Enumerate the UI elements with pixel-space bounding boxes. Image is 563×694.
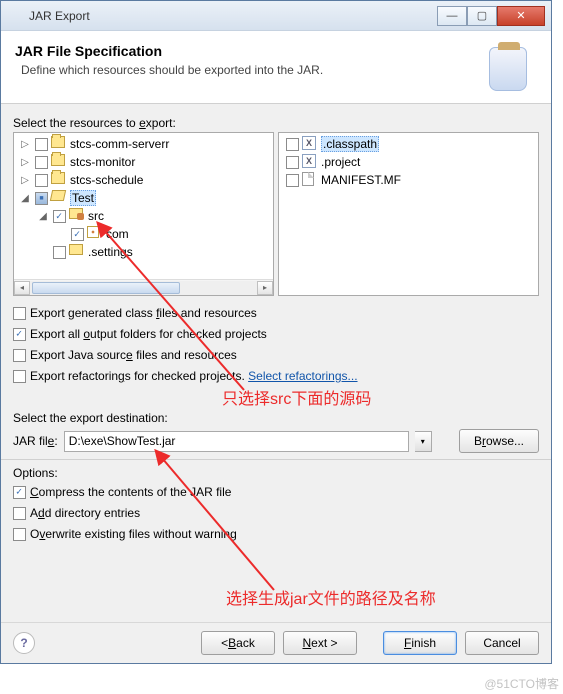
checkbox-icon[interactable] bbox=[35, 174, 48, 187]
file-item[interactable]: X.classpath bbox=[279, 135, 538, 153]
checkbox-icon[interactable] bbox=[35, 192, 48, 205]
open-icon bbox=[51, 190, 67, 206]
next-button[interactable]: Next > bbox=[283, 631, 357, 655]
file-item[interactable]: X.project bbox=[279, 153, 538, 171]
x-icon: X bbox=[302, 154, 318, 170]
jar-file-label: JAR file: bbox=[13, 434, 58, 448]
maximize-button[interactable]: ▢ bbox=[467, 6, 497, 26]
tree-item-label: src bbox=[88, 209, 104, 223]
expander-icon[interactable]: ▷ bbox=[18, 139, 32, 150]
checkbox-icon[interactable] bbox=[53, 210, 66, 223]
tree-item-label: Test bbox=[70, 190, 96, 206]
export-java-source-checkbox[interactable]: Export Java source files and resources bbox=[13, 345, 539, 365]
proj-icon bbox=[51, 136, 67, 152]
page-title: JAR File Specification bbox=[15, 43, 489, 59]
checkbox-icon[interactable] bbox=[53, 246, 66, 259]
file-item[interactable]: MANIFEST.MF bbox=[279, 171, 538, 189]
tree-item[interactable]: ▷ stcs-monitor bbox=[14, 153, 273, 171]
checkbox-icon[interactable] bbox=[286, 174, 299, 187]
src-icon bbox=[69, 208, 85, 224]
checkbox-icon[interactable] bbox=[35, 138, 48, 151]
checkbox-icon bbox=[13, 507, 26, 520]
expander-icon[interactable]: ▷ bbox=[18, 175, 32, 186]
file-item-label: .classpath bbox=[321, 136, 379, 152]
tree-item-label: com bbox=[106, 227, 129, 241]
app-icon bbox=[7, 8, 23, 24]
browse-button[interactable]: Browse... bbox=[459, 429, 539, 453]
expander-icon[interactable]: ◢ bbox=[18, 193, 32, 204]
checkbox-icon[interactable] bbox=[286, 156, 299, 169]
tree-item[interactable]: .settings bbox=[14, 243, 273, 261]
tree-item[interactable]: ▷ stcs-schedule bbox=[14, 171, 273, 189]
jar-file-input[interactable]: D:\exe\ShowTest.jar bbox=[64, 431, 409, 452]
file-item-label: .project bbox=[321, 155, 360, 169]
page-description: Define which resources should be exporte… bbox=[21, 63, 489, 77]
titlebar[interactable]: JAR Export — ▢ ✕ bbox=[1, 1, 551, 31]
wizard-header: JAR File Specification Define which reso… bbox=[1, 31, 551, 104]
scroll-right-button[interactable]: ▸ bbox=[257, 281, 273, 295]
checkbox-icon[interactable] bbox=[71, 228, 84, 241]
button-bar: ? < Back Next > Finish Cancel bbox=[1, 622, 551, 663]
checkbox-icon bbox=[13, 349, 26, 362]
overwrite-checkbox[interactable]: Overwrite existing files without warning bbox=[13, 524, 539, 544]
jar-file-dropdown-button[interactable]: ▾ bbox=[415, 431, 432, 452]
content-area: Select the resources to export: ▷ stcs-co… bbox=[1, 104, 551, 549]
tree-item[interactable]: com bbox=[14, 225, 273, 243]
folder-icon bbox=[69, 244, 85, 260]
proj-icon bbox=[51, 154, 67, 170]
checkbox-icon bbox=[13, 528, 26, 541]
pkg-icon bbox=[87, 226, 103, 242]
checkbox-icon bbox=[13, 328, 26, 341]
file-item-label: MANIFEST.MF bbox=[321, 173, 401, 187]
minimize-button[interactable]: — bbox=[437, 6, 467, 26]
back-button[interactable]: < Back bbox=[201, 631, 275, 655]
checkbox-icon[interactable] bbox=[35, 156, 48, 169]
window-title: JAR Export bbox=[29, 9, 437, 23]
tree-item-label: stcs-monitor bbox=[70, 155, 135, 169]
options-heading: Options: bbox=[13, 466, 539, 480]
checkbox-icon bbox=[13, 486, 26, 499]
tree-item[interactable]: ◢ src bbox=[14, 207, 273, 225]
cancel-button[interactable]: Cancel bbox=[465, 631, 539, 655]
jar-icon bbox=[489, 43, 537, 91]
destination-label: Select the export destination: bbox=[13, 411, 539, 425]
tree-item-label: stcs-schedule bbox=[70, 173, 143, 187]
export-generated-checkbox[interactable]: Export generated class files and resourc… bbox=[13, 303, 539, 323]
file-icon bbox=[302, 172, 318, 188]
checkbox-icon bbox=[13, 307, 26, 320]
export-refactorings-checkbox[interactable]: Export refactorings for checked projects… bbox=[13, 366, 539, 386]
resources-label: Select the resources to export: bbox=[13, 116, 539, 130]
finish-button[interactable]: Finish bbox=[383, 631, 457, 655]
close-button[interactable]: ✕ bbox=[497, 6, 545, 26]
add-directory-entries-checkbox[interactable]: Add directory entries bbox=[13, 503, 539, 523]
expander-icon[interactable]: ◢ bbox=[36, 211, 50, 222]
x-icon: X bbox=[302, 136, 318, 152]
checkbox-icon bbox=[13, 370, 26, 383]
file-list[interactable]: X.classpathX.project MANIFEST.MF bbox=[278, 132, 539, 296]
checkbox-icon[interactable] bbox=[286, 138, 299, 151]
scroll-left-button[interactable]: ◂ bbox=[14, 281, 30, 295]
tree-item[interactable]: ▷ stcs-comm-serverr bbox=[14, 135, 273, 153]
tree-item-label: .settings bbox=[88, 245, 133, 259]
tree-item[interactable]: ◢ Test bbox=[14, 189, 273, 207]
help-button[interactable]: ? bbox=[13, 632, 35, 654]
watermark: @51CTO博客 bbox=[484, 675, 559, 692]
horizontal-scrollbar[interactable]: ◂ ▸ bbox=[14, 279, 273, 295]
compress-checkbox[interactable]: Compress the contents of the JAR file bbox=[13, 482, 539, 502]
expander-icon[interactable]: ▷ bbox=[18, 157, 32, 168]
dialog-window: JAR Export — ▢ ✕ JAR File Specification … bbox=[0, 0, 552, 664]
export-output-folders-checkbox[interactable]: Export all output folders for checked pr… bbox=[13, 324, 539, 344]
select-refactorings-link[interactable]: Select refactorings... bbox=[248, 369, 357, 383]
proj-icon bbox=[51, 172, 67, 188]
tree-item-label: stcs-comm-serverr bbox=[70, 137, 169, 151]
scroll-thumb[interactable] bbox=[32, 282, 180, 294]
resource-tree[interactable]: ▷ stcs-comm-serverr ▷ stcs-monitor ▷ stcs-sch… bbox=[13, 132, 274, 296]
